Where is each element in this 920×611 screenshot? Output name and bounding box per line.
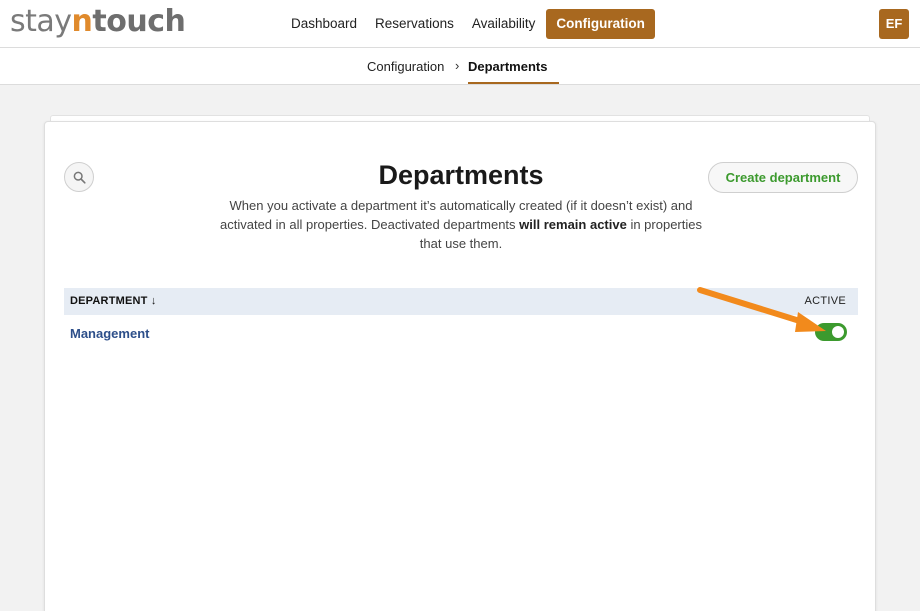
breadcrumb: Configuration › Departments bbox=[0, 48, 920, 85]
column-header-active: ACTIVE bbox=[804, 295, 846, 307]
department-name-link[interactable]: Management bbox=[70, 326, 149, 341]
nav-item-configuration[interactable]: Configuration bbox=[546, 9, 655, 39]
nav-item-availability[interactable]: Availability bbox=[463, 9, 545, 39]
breadcrumb-departments: Departments bbox=[468, 59, 548, 74]
column-header-department[interactable]: DEPARTMENT ↓ bbox=[70, 295, 157, 307]
stayntouch-logo[interactable]: stayntouch bbox=[10, 4, 186, 39]
top-navigation-bar: stayntouch Dashboard Reservations Availa… bbox=[0, 0, 920, 48]
user-avatar[interactable]: EF bbox=[879, 9, 909, 39]
page-description: When you activate a department it’s auto… bbox=[220, 198, 702, 251]
nav-item-reservations[interactable]: Reservations bbox=[366, 9, 463, 39]
breadcrumb-active-underline bbox=[468, 82, 559, 84]
toggle-knob bbox=[832, 326, 844, 338]
active-toggle[interactable] bbox=[815, 323, 847, 341]
breadcrumb-separator: › bbox=[455, 58, 460, 73]
nav-item-dashboard[interactable]: Dashboard bbox=[282, 9, 366, 39]
departments-table-header: DEPARTMENT ↓ ACTIVE bbox=[64, 288, 858, 315]
breadcrumb-configuration[interactable]: Configuration bbox=[367, 59, 444, 74]
table-row: Management bbox=[64, 318, 858, 348]
create-department-button[interactable]: Create department bbox=[708, 162, 858, 193]
departments-card: Departments When you activate a departme… bbox=[44, 121, 876, 611]
main-nav: Dashboard Reservations Availability Conf… bbox=[282, 9, 655, 39]
